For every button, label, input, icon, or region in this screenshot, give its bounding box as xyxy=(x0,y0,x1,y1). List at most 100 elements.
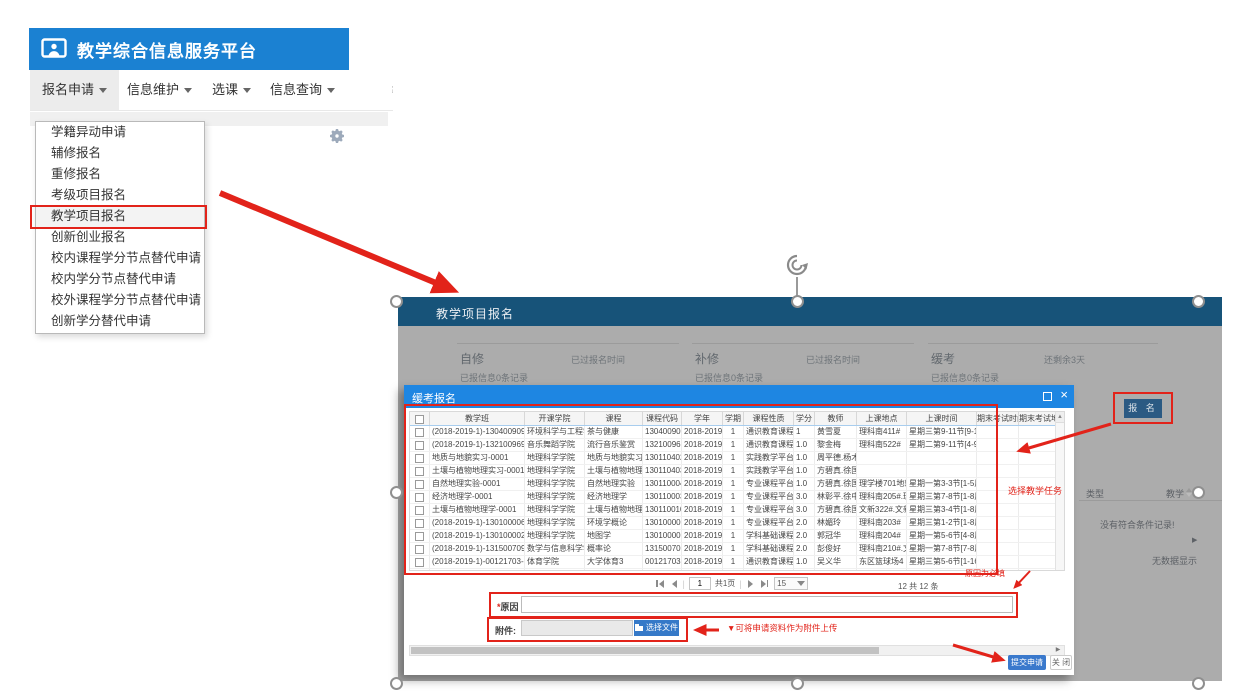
row-checkbox[interactable] xyxy=(415,519,424,528)
col-header[interactable]: 上课地点 xyxy=(857,412,907,425)
select-all-checkbox-cell xyxy=(410,412,430,425)
table-row[interactable]: 自然地理实验-0001 地理科学学院 自然地理实验 130110004 2018… xyxy=(410,478,1064,491)
reason-input[interactable] xyxy=(521,596,1013,613)
pager-last-button[interactable] xyxy=(759,579,771,589)
selection-handle-mid-left[interactable] xyxy=(390,486,403,499)
close-icon[interactable]: × xyxy=(1060,388,1068,401)
col-header[interactable]: 上课时间 xyxy=(907,412,977,425)
dropdown-item-oncampus-credit[interactable]: 校内学分节点替代申请 xyxy=(36,269,204,290)
table-row[interactable]: (2018-2019-1)-130400909- 环境科学与工程学院 茶与健康 … xyxy=(410,426,1064,439)
col-header[interactable]: 期末考试时间 xyxy=(977,412,1019,425)
cell-class: 地质与地貌实习-0001 xyxy=(430,452,525,464)
row-checkbox[interactable] xyxy=(415,428,424,437)
menu-item-apply[interactable]: 报名申请 xyxy=(30,70,119,110)
scrollbar-thumb[interactable] xyxy=(411,647,879,654)
pager-next-button[interactable] xyxy=(746,579,755,589)
menu-item-info-query[interactable]: 信息查询 xyxy=(258,70,347,110)
dropdown-item-offcampus-course-credit[interactable]: 校外课程学分节点替代申请 xyxy=(36,290,204,311)
section-info: 已报信息0条记录 xyxy=(460,371,528,384)
menu-item-teaching[interactable]: 教 xyxy=(380,70,393,110)
cell-course: 地图学 xyxy=(585,530,643,542)
dropdown-item-oncampus-course-credit[interactable]: 校内课程学分节点替代申请 xyxy=(36,248,204,269)
scroll-right-icon[interactable]: ▶ xyxy=(1053,647,1063,654)
row-checkbox[interactable] xyxy=(415,480,424,489)
selection-handle-mid-right[interactable] xyxy=(1192,486,1205,499)
table-row[interactable]: (2018-2019-1)-130100006- 地理科学学院 环境学概论 13… xyxy=(410,517,1064,530)
col-header[interactable]: 课程代码 xyxy=(643,412,682,425)
selection-handle-bottom-center[interactable] xyxy=(791,677,804,690)
table-row[interactable]: 地质与地貌实习-0001 地理科学学院 地质与地貌实习 130110402 20… xyxy=(410,452,1064,465)
bg-table-header-teach: 教学 xyxy=(1166,487,1184,500)
cell-exam-time xyxy=(977,543,1019,555)
col-header[interactable]: 学年 xyxy=(682,412,723,425)
close-button[interactable]: 关 闭 xyxy=(1050,655,1072,670)
dropdown-item-minor[interactable]: 辅修报名 xyxy=(36,143,204,164)
selection-handle-bottom-left[interactable] xyxy=(390,677,403,690)
col-header[interactable]: 学期 xyxy=(723,412,744,425)
cell-place: 理科南522# xyxy=(857,439,907,451)
cell-class: (2018-2019-1)-136300806- xyxy=(430,569,525,571)
col-header[interactable]: 学分 xyxy=(794,412,815,425)
dropdown-item-teaching-project[interactable]: 教学项目报名 xyxy=(36,206,204,227)
submit-application-button[interactable]: 提交申请 xyxy=(1008,655,1046,670)
col-header[interactable]: 教学班 xyxy=(430,412,525,425)
table-row[interactable]: 土壤与植物地理实习-0001 地理科学学院 土壤与植物地理实习 13011040… xyxy=(410,465,1064,478)
table-row[interactable]: 土壤与植物地理学-0001 地理科学学院 土壤与植物地理学 130110010 … xyxy=(410,504,1064,517)
row-checkbox[interactable] xyxy=(415,558,424,567)
menu-item-course-select[interactable]: 选课 xyxy=(200,70,263,110)
row-checkbox[interactable] xyxy=(415,454,424,463)
col-header[interactable]: 期末考试地点 xyxy=(1019,412,1057,425)
table-row[interactable]: 经济地理学-0001 地理科学学院 经济地理学 130110003 2018-2… xyxy=(410,491,1064,504)
cell-class: 经济地理学-0001 xyxy=(430,491,525,503)
table-row[interactable]: (2018-2019-1)-131500709- 数学与信息科学学院 概率论 1… xyxy=(410,543,1064,556)
section-name: 补修 xyxy=(695,350,719,367)
pager-prev-button[interactable] xyxy=(670,579,679,589)
selection-handle-top-center[interactable] xyxy=(791,295,804,308)
pager-page-input[interactable] xyxy=(689,577,711,590)
col-header[interactable]: 课程 xyxy=(585,412,643,425)
cell-year: 2018-2019 xyxy=(682,465,723,477)
table-row[interactable]: (2018-2019-1)-132100969- 音乐舞蹈学院 流行音乐鉴赏 1… xyxy=(410,439,1064,452)
row-checkbox[interactable] xyxy=(415,506,424,515)
cell-year: 2018-2019 xyxy=(682,478,723,490)
scroll-up-icon[interactable]: ▲ xyxy=(1056,412,1064,423)
apply-button[interactable]: 报 名 xyxy=(1124,399,1162,418)
page: 教学综合信息服务平台 报名申请 信息维护 选课 信息查询 教 学籍异动申请 辅修… xyxy=(0,0,1243,700)
cell-year: 2018-2019 xyxy=(682,556,723,568)
menu-item-info-maintain[interactable]: 信息维护 xyxy=(115,70,204,110)
pager-page-size-select[interactable]: 15 xyxy=(774,577,808,590)
select-all-checkbox[interactable] xyxy=(415,415,424,424)
row-checkbox[interactable] xyxy=(415,532,424,541)
dropdown-item-status-change[interactable]: 学籍异动申请 xyxy=(36,122,204,143)
gear-icon[interactable] xyxy=(329,128,345,149)
selection-handle-top-right[interactable] xyxy=(1192,295,1205,308)
dropdown-item-grade-exam[interactable]: 考级项目报名 xyxy=(36,185,204,206)
dropdown-item-innovation-credit[interactable]: 创新学分替代申请 xyxy=(36,311,204,332)
attachment-filename-field[interactable] xyxy=(521,620,633,636)
selection-handle-bottom-right[interactable] xyxy=(1192,677,1205,690)
row-checkbox[interactable] xyxy=(415,441,424,450)
cell-course: 流行音乐鉴赏 xyxy=(585,439,643,451)
cell-course: 茶与健康 xyxy=(585,426,643,438)
modal-title-bar[interactable]: 缓考报名 × xyxy=(404,385,1074,408)
modal-horizontal-scrollbar[interactable]: ▶ xyxy=(409,645,1065,656)
rotate-handle-icon[interactable] xyxy=(783,251,811,284)
cell-exam-time xyxy=(977,530,1019,542)
choose-file-button[interactable]: 选择文件 xyxy=(634,620,679,636)
col-header[interactable]: 开课学院 xyxy=(525,412,585,425)
cell-place: 文新322#.文新322# xyxy=(857,504,907,516)
table-row[interactable]: (2018-2019-1)-130100002- 地理科学学院 地图学 1301… xyxy=(410,530,1064,543)
cell-code: 130110402 xyxy=(643,452,682,464)
dropdown-item-innovation[interactable]: 创新创业报名 xyxy=(36,227,204,248)
pager-first-button[interactable] xyxy=(654,579,666,589)
cell-exam-place xyxy=(1019,569,1057,571)
col-header[interactable]: 教师 xyxy=(815,412,857,425)
dropdown-item-retake[interactable]: 重修报名 xyxy=(36,164,204,185)
row-checkbox[interactable] xyxy=(415,467,424,476)
selection-handle-top-left[interactable] xyxy=(390,295,403,308)
row-checkbox[interactable] xyxy=(415,493,424,502)
brand-bar: 教学综合信息服务平台 xyxy=(29,28,349,70)
restore-icon[interactable] xyxy=(1043,392,1052,401)
row-checkbox[interactable] xyxy=(415,545,424,554)
col-header[interactable]: 课程性质 xyxy=(744,412,794,425)
